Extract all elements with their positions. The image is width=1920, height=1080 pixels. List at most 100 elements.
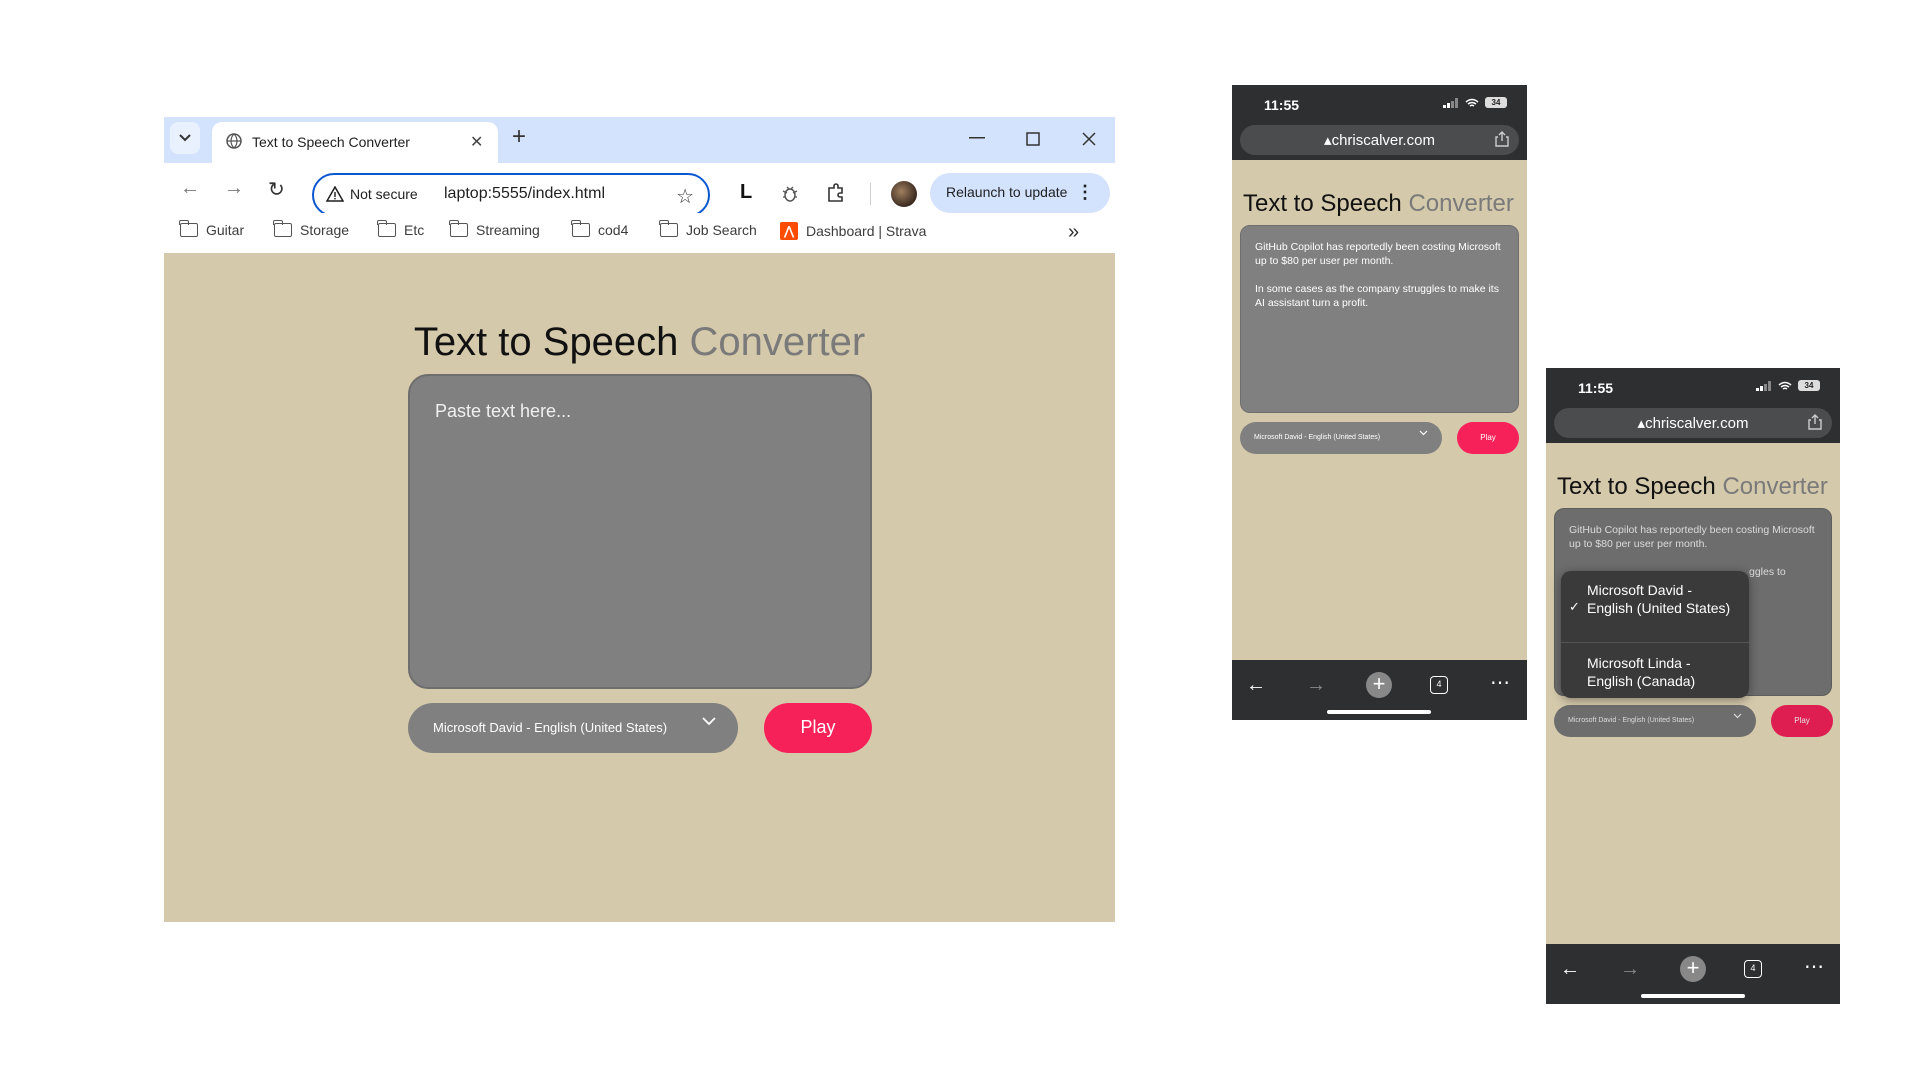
battery-icon: 34 — [1798, 380, 1820, 391]
mobile-url-bar[interactable]: ▴chriscalver.com — [1240, 125, 1519, 155]
dropdown-divider — [1561, 642, 1749, 643]
voice-select[interactable]: Microsoft David - English (United States… — [1240, 422, 1442, 454]
new-tab-button[interactable]: + — [512, 125, 526, 149]
bookmark-label: cod4 — [598, 222, 629, 238]
share-icon[interactable] — [1495, 131, 1509, 147]
maximize-icon[interactable] — [1026, 132, 1040, 146]
new-tab-icon[interactable]: + — [1680, 956, 1706, 982]
more-options-icon[interactable]: ⋯ — [1804, 954, 1824, 979]
voice-select-value: Microsoft David - English (United States… — [433, 720, 668, 735]
folder-icon — [377, 220, 396, 237]
page-title: Text to Speech Converter — [164, 320, 1115, 365]
home-indicator — [1327, 710, 1431, 714]
relaunch-to-update-button[interactable]: Relaunch to update ⋮ — [930, 173, 1110, 213]
bookmarks-bar: Guitar Storage Etc Streaming cod4 Job Se… — [164, 213, 1115, 253]
bookmark-star-icon[interactable]: ☆ — [676, 184, 694, 209]
wifi-icon — [1778, 381, 1792, 390]
warning-triangle-icon — [326, 186, 344, 202]
bookmark-streaming[interactable]: Streaming — [449, 220, 540, 238]
wifi-icon — [1465, 98, 1479, 107]
bookmark-label: Dashboard | Strava — [806, 223, 927, 239]
chevron-down-icon — [702, 717, 716, 726]
extension-l-icon[interactable]: L — [740, 181, 752, 204]
strava-icon: ⋀ — [780, 222, 798, 240]
extensions-puzzle-icon[interactable] — [826, 183, 846, 203]
chevron-down-icon — [179, 134, 191, 142]
text-paragraph-1: GitHub Copilot has reportedly been costi… — [1569, 524, 1815, 550]
lock-icon: ▴ — [1324, 132, 1332, 149]
voice-option-david[interactable]: Microsoft David - English (United States… — [1587, 581, 1737, 617]
voice-option-linda[interactable]: Microsoft Linda - English (Canada) — [1587, 654, 1737, 690]
close-tab-icon[interactable]: ✕ — [470, 132, 483, 152]
title-accent: Converter — [689, 320, 866, 364]
title-main: Text to Speech — [413, 320, 679, 364]
back-arrow-icon[interactable]: ← — [1560, 958, 1580, 981]
share-icon[interactable] — [1808, 414, 1822, 430]
signal-icon — [1756, 380, 1771, 391]
mobile-url-bar-wrap: ▴chriscalver.com — [1232, 125, 1527, 160]
forward-arrow-icon[interactable]: → — [1620, 958, 1640, 981]
mobile-screenshot-2: 11:55 34 ▴chriscalver.com Text to Speech… — [1546, 368, 1840, 1004]
folder-icon — [659, 220, 678, 237]
text-paragraph-1: GitHub Copilot has reportedly been costi… — [1255, 241, 1501, 267]
mobile-url-bar[interactable]: ▴chriscalver.com — [1554, 408, 1832, 438]
address-bar[interactable]: Not secure laptop:5555/index.html ☆ — [312, 173, 710, 217]
status-time: 11:55 — [1578, 380, 1614, 396]
desktop-browser-window: Text to Speech Converter ✕ + ← → ↻ Not s… — [164, 117, 1115, 922]
more-menu-icon[interactable]: ⋮ — [1076, 182, 1094, 203]
back-arrow-icon[interactable]: ← — [1246, 674, 1266, 697]
minimize-icon[interactable] — [969, 137, 985, 139]
status-bar: 11:55 34 — [1232, 85, 1527, 125]
not-secure-label[interactable]: Not secure — [350, 186, 418, 202]
reload-icon[interactable]: ↻ — [268, 177, 285, 202]
folder-icon — [273, 220, 292, 237]
profile-avatar[interactable] — [891, 181, 917, 207]
tabs-count-icon[interactable]: 4 — [1430, 676, 1448, 694]
back-arrow-icon[interactable]: ← — [180, 177, 200, 200]
mobile-screenshot-1: 11:55 34 ▴chriscalver.com Text to Speech… — [1232, 85, 1527, 720]
battery-icon: 34 — [1485, 97, 1507, 108]
bookmark-strava[interactable]: ⋀ Dashboard | Strava — [780, 222, 926, 240]
folder-icon — [571, 220, 590, 237]
bug-extension-icon[interactable] — [780, 183, 800, 203]
bookmark-etc[interactable]: Etc — [377, 220, 425, 238]
tabs-count-icon[interactable]: 4 — [1744, 960, 1762, 978]
text-input-area[interactable]: GitHub Copilot has reportedly been costi… — [1240, 225, 1519, 413]
bookmark-label: Etc — [404, 222, 425, 238]
close-window-icon[interactable] — [1082, 132, 1096, 146]
page-title: Text to Speech Converter — [1557, 473, 1828, 501]
play-button[interactable]: Play — [1771, 705, 1833, 737]
lock-icon: ▴ — [1637, 415, 1646, 432]
relaunch-label: Relaunch to update — [946, 184, 1068, 200]
mobile-bottom-bar: ← → + 4 ⋯ — [1232, 660, 1527, 720]
text-input-area[interactable]: Paste text here... — [408, 374, 872, 689]
new-tab-icon[interactable]: + — [1366, 672, 1392, 698]
bookmark-cod4[interactable]: cod4 — [571, 220, 629, 238]
play-button[interactable]: Play — [1457, 422, 1519, 454]
text-paragraph-2: In some cases as the company struggles t… — [1255, 283, 1499, 309]
voice-dropdown-menu: ✓ Microsoft David - English (United Stat… — [1561, 571, 1749, 698]
forward-arrow-icon[interactable]: → — [224, 177, 244, 200]
tab-search-button[interactable] — [170, 122, 200, 154]
more-bookmarks-icon[interactable]: » — [1068, 221, 1079, 244]
bookmark-label: Job Search — [686, 222, 757, 238]
url-text[interactable]: laptop:5555/index.html — [444, 185, 605, 203]
bookmark-job-search[interactable]: Job Search — [659, 220, 757, 238]
bookmark-label: Streaming — [476, 222, 540, 238]
tab-active[interactable]: Text to Speech Converter ✕ — [212, 122, 498, 163]
domain-text: chriscalver.com — [1645, 415, 1749, 432]
chevron-down-icon — [1419, 430, 1428, 436]
play-button[interactable]: Play — [764, 703, 872, 753]
bookmark-label: Storage — [300, 222, 350, 238]
bookmark-guitar[interactable]: Guitar — [179, 220, 244, 238]
status-time: 11:55 — [1264, 97, 1300, 113]
voice-select[interactable]: Microsoft David - English (United States… — [1554, 705, 1756, 737]
page-content: Text to Speech Converter Paste text here… — [164, 253, 1115, 922]
checkmark-icon: ✓ — [1569, 599, 1580, 614]
tab-strip: Text to Speech Converter ✕ + — [164, 117, 1115, 163]
forward-arrow-icon[interactable]: → — [1306, 674, 1326, 697]
bookmark-storage[interactable]: Storage — [273, 220, 350, 238]
voice-select-value: Microsoft David - English (United States… — [1254, 434, 1381, 441]
voice-select[interactable]: Microsoft David - English (United States… — [408, 703, 738, 753]
more-options-icon[interactable]: ⋯ — [1490, 670, 1510, 695]
